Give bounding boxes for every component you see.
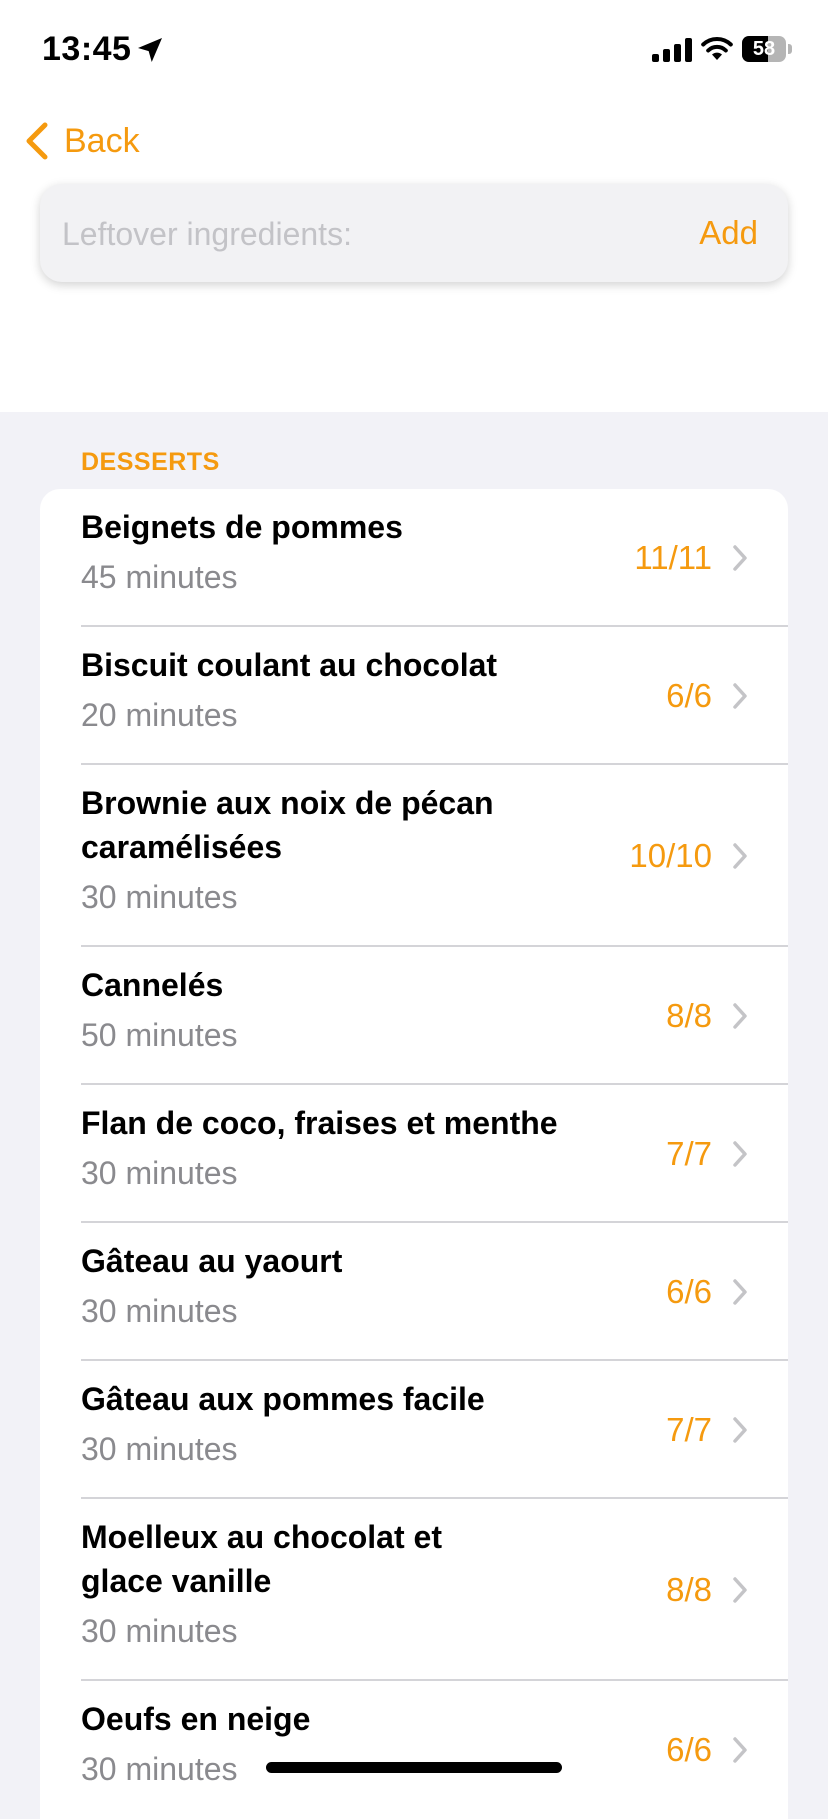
recipe-time: 50 minutes	[81, 1017, 238, 1053]
ingredient-count: 7/7	[666, 1411, 712, 1448]
recipe-title: Biscuit coulant au chocolat	[81, 647, 498, 683]
recipe-list: Beignets de pommes 45 minutes 11/11 Biscuit…	[40, 489, 788, 1819]
leftover-ingredients-input[interactable]	[60, 184, 644, 284]
recipe-row[interactable]: Moelleux au chocolat et glace vanille 30 …	[40, 1499, 788, 1681]
recipe-title: Oeufs en neige	[81, 1701, 311, 1737]
ingredient-count: 8/8	[666, 1571, 712, 1608]
recipe-row[interactable]: Gâteau aux pommes facile 30 minutes 7/7	[40, 1361, 788, 1499]
ingredient-count: 6/6	[666, 1273, 712, 1310]
ingredient-count: 8/8	[666, 997, 712, 1034]
recipe-title: Cannelés	[81, 967, 224, 1003]
back-button[interactable]: Back	[24, 118, 140, 164]
recipe-title: Moelleux au chocolat et glace vanille	[81, 1519, 442, 1599]
chevron-right-icon	[733, 1577, 747, 1603]
recipe-row[interactable]: Biscuit coulant au chocolat 20 minutes 6/6	[40, 627, 788, 765]
cellular-signal-icon	[652, 38, 692, 62]
recipe-time: 30 minutes	[81, 1613, 238, 1649]
location-arrow-icon	[138, 38, 162, 62]
recipe-time: 30 minutes	[81, 1751, 238, 1787]
chevron-right-icon	[733, 683, 747, 709]
recipe-row[interactable]: Flan de coco, fraises et menthe 30 minute…	[40, 1085, 788, 1223]
ingredient-count: 6/6	[666, 1731, 712, 1768]
status-bar: 13:45 58	[0, 0, 828, 100]
recipe-time: 45 minutes	[81, 559, 238, 595]
home-indicator	[266, 1762, 562, 1773]
back-label: Back	[64, 121, 140, 160]
recipe-time: 30 minutes	[81, 1431, 238, 1467]
section-header-desserts: DESSERTS	[81, 448, 220, 476]
chevron-left-icon	[26, 122, 48, 160]
ingredient-count: 6/6	[666, 677, 712, 714]
recipe-title: Flan de coco, fraises et menthe	[81, 1105, 558, 1141]
chevron-right-icon	[733, 1141, 747, 1167]
recipe-title: Gâteau au yaourt	[81, 1243, 343, 1279]
recipe-row[interactable]: Cannelés 50 minutes 8/8	[40, 947, 788, 1085]
recipe-row[interactable]: Brownie aux noix de pécan caramélisées 30…	[40, 765, 788, 947]
battery-percent: 58	[752, 38, 776, 60]
status-time: 13:45	[42, 30, 132, 68]
chevron-right-icon	[733, 843, 747, 869]
ingredient-count: 7/7	[666, 1135, 712, 1172]
chevron-right-icon	[733, 545, 747, 571]
add-button[interactable]: Add	[699, 184, 758, 282]
chevron-right-icon	[733, 1737, 747, 1763]
recipe-title: Gâteau aux pommes facile	[81, 1381, 485, 1417]
ingredients-search-bar: Add	[40, 184, 788, 284]
battery-icon: 58	[742, 36, 792, 62]
recipe-title: Brownie aux noix de pécan caramélisées	[81, 785, 494, 865]
ingredient-count: 11/11	[634, 539, 712, 576]
chevron-right-icon	[733, 1417, 747, 1443]
recipe-time: 30 minutes	[81, 1293, 238, 1329]
recipe-row[interactable]: Beignets de pommes 45 minutes 11/11	[40, 489, 788, 627]
recipe-title: Beignets de pommes	[81, 509, 403, 545]
recipe-row[interactable]: Gâteau au yaourt 30 minutes 6/6	[40, 1223, 788, 1361]
recipe-time: 20 minutes	[81, 697, 238, 733]
recipe-time: 30 minutes	[81, 879, 238, 915]
chevron-right-icon	[733, 1003, 747, 1029]
recipe-row[interactable]: Oeufs en neige 30 minutes 6/6	[40, 1681, 788, 1819]
wifi-icon	[701, 37, 733, 60]
chevron-right-icon	[733, 1279, 747, 1305]
recipe-time: 30 minutes	[81, 1155, 238, 1191]
ingredient-count: 10/10	[629, 837, 712, 874]
